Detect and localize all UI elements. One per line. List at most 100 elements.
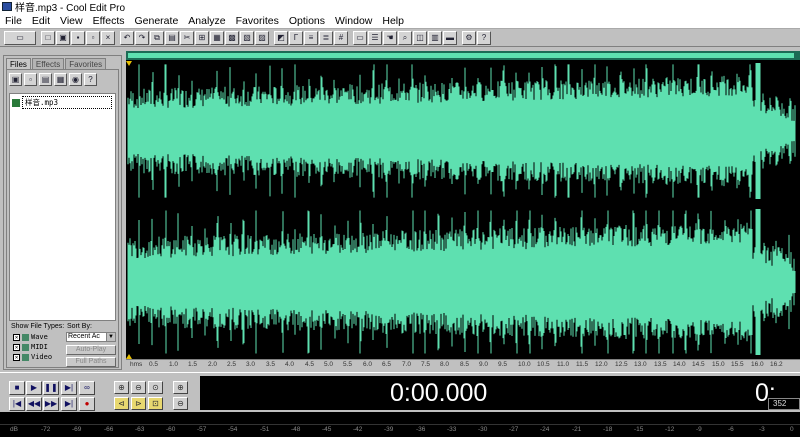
close-file-icon[interactable]: × [101, 30, 115, 45]
ruler-tick-label: 2.0 [208, 361, 218, 368]
stop-button[interactable]: ■ [9, 381, 25, 395]
level-meter-label: -57 [197, 426, 207, 433]
save-icon[interactable]: ▪ [71, 30, 85, 45]
level-meter-label: -3 [759, 426, 765, 433]
record-button[interactable]: ● [79, 397, 95, 411]
zoom-right-icon[interactable]: ⊳ [131, 397, 146, 410]
menu-favorites[interactable]: Favorites [231, 15, 284, 27]
level-meter-label: -39 [384, 426, 394, 433]
level-meter-label: -12 [665, 426, 675, 433]
pause-button[interactable]: ❚❚ [43, 381, 59, 395]
zoom-in-icon[interactable]: ⊕ [114, 381, 129, 394]
insert-icon[interactable]: ▦ [54, 73, 67, 86]
menu-generate[interactable]: Generate [130, 15, 184, 27]
level-meter-label: -6 [728, 426, 734, 433]
full-paths-button[interactable]: Full Paths [66, 357, 116, 367]
sort-by-select[interactable]: Recent Ac ▼ [66, 332, 116, 342]
hand-icon[interactable]: ☚ [383, 30, 397, 45]
level-meter-label: -60 [166, 426, 176, 433]
ruler-tick-label: 16.0 [751, 361, 764, 368]
level-meter-label: -72 [41, 426, 51, 433]
ruler-tick-label: 3.0 [246, 361, 256, 368]
menu-analyze[interactable]: Analyze [183, 15, 230, 27]
time-window-icon[interactable]: ◫ [413, 30, 427, 45]
window-icon[interactable]: ▭ [353, 30, 367, 45]
paste-new-icon[interactable]: ▧ [240, 30, 254, 45]
waveform-display[interactable]: hms 0.5 1.0 1.5 2.0 2.5 3.0 3.5 4.0 4.5 5.0 5.5 6.0 6… [126, 51, 800, 370]
multitrack-toggle-button[interactable]: ▭ [4, 30, 36, 45]
mix-paste-icon[interactable]: ▦ [210, 30, 224, 45]
close-file-icon[interactable]: ▫ [24, 73, 37, 86]
menu-options[interactable]: Options [284, 15, 330, 27]
waveform-body [128, 265, 768, 299]
spectral-view-icon[interactable]: ≣ [319, 30, 333, 45]
zoom-vertical-out-icon[interactable]: ⊖ [173, 397, 188, 410]
open-folder-icon[interactable]: ▣ [56, 30, 70, 45]
go-to-start-button[interactable]: |◀ [9, 397, 25, 411]
cue-list-icon[interactable]: ☰ [368, 30, 382, 45]
autoplay-button[interactable]: Auto-Play [66, 345, 116, 355]
waveform-canvas[interactable] [126, 51, 800, 359]
menu-effects[interactable]: Effects [88, 15, 130, 27]
menu-view[interactable]: View [55, 15, 88, 27]
show-file-types-label: Show File Types: [11, 323, 65, 330]
checkbox-icon[interactable]: ✕ [13, 333, 20, 341]
menu-edit[interactable]: Edit [27, 15, 55, 27]
file-type-midi[interactable]: ✕ MIDI [13, 343, 48, 351]
copy-new-icon[interactable]: ▩ [225, 30, 239, 45]
window-title: 样音.mp3 - Cool Edit Pro [15, 3, 126, 14]
checkbox-icon[interactable]: ✕ [13, 343, 20, 351]
fast-forward-button[interactable]: ▶▶ [43, 397, 59, 411]
checkbox-icon[interactable]: ✕ [13, 353, 20, 361]
play-to-end-button[interactable]: ▶| [61, 381, 77, 395]
envelope-icon[interactable]: ◩ [274, 30, 288, 45]
left-channel-waveform[interactable] [127, 63, 796, 199]
menu-window[interactable]: Window [330, 15, 377, 27]
undo-icon[interactable]: ↶ [120, 30, 134, 45]
zoom-left-icon[interactable]: ⊲ [114, 397, 129, 410]
file-type-wave[interactable]: ✕ Wave [13, 333, 48, 341]
menu-help[interactable]: Help [377, 15, 409, 27]
level-icon[interactable]: ▬ [443, 30, 457, 45]
play-file-icon[interactable]: ◉ [69, 73, 82, 86]
rewind-button[interactable]: ◀◀ [26, 397, 42, 411]
edit-file-icon[interactable]: ▤ [39, 73, 52, 86]
menu-file[interactable]: File [0, 15, 27, 27]
clipboard-icon[interactable]: ▨ [255, 30, 269, 45]
redo-icon[interactable]: ↷ [135, 30, 149, 45]
scrub-icon[interactable]: ⌕ [398, 30, 412, 45]
paste-icon[interactable]: ▤ [165, 30, 179, 45]
file-list[interactable]: 样音.mp3 [9, 93, 116, 321]
info-icon[interactable]: ▥ [428, 30, 442, 45]
app-icon [2, 2, 12, 11]
file-type-video[interactable]: ✕ Video [13, 353, 52, 361]
zoom-out-icon[interactable]: ⊖ [131, 381, 146, 394]
help-icon[interactable]: ? [84, 73, 97, 86]
level-meter-label: -30 [478, 426, 488, 433]
save-as-icon[interactable]: ▫ [86, 30, 100, 45]
go-to-end-button[interactable]: ▶| [61, 397, 77, 411]
copy-icon[interactable]: ⧉ [150, 30, 164, 45]
open-folder-icon[interactable]: ▣ [9, 73, 22, 86]
trim-icon[interactable]: ⊞ [195, 30, 209, 45]
play-button[interactable]: ▶ [26, 381, 42, 395]
spectral-icon[interactable]: Γ [289, 30, 303, 45]
zoom-selection-icon[interactable]: ⊡ [148, 397, 163, 410]
right-channel-waveform[interactable] [127, 209, 796, 355]
menu-bar: File Edit View Effects Generate Analyze … [0, 13, 800, 29]
start-marker-icon[interactable] [126, 61, 132, 66]
level-meter-bar [0, 412, 800, 425]
new-file-icon[interactable]: □ [41, 30, 55, 45]
sort-value: Recent Ac [68, 333, 100, 340]
help-icon[interactable]: ? [477, 30, 491, 45]
zoom-full-icon[interactable]: ⊙ [148, 381, 163, 394]
zoom-vertical-in-icon[interactable]: ⊕ [173, 381, 188, 394]
settings-icon[interactable]: ⚙ [462, 30, 476, 45]
cut-icon[interactable]: ✂ [180, 30, 194, 45]
wave-display-icon[interactable]: ≡ [304, 30, 318, 45]
loop-button[interactable]: ∞ [79, 381, 95, 395]
file-type-label: Wave [31, 333, 48, 341]
list-item[interactable]: 样音.mp3 [12, 96, 115, 109]
chevron-down-icon[interactable]: ▼ [106, 333, 115, 341]
grid-icon[interactable]: # [334, 30, 348, 45]
